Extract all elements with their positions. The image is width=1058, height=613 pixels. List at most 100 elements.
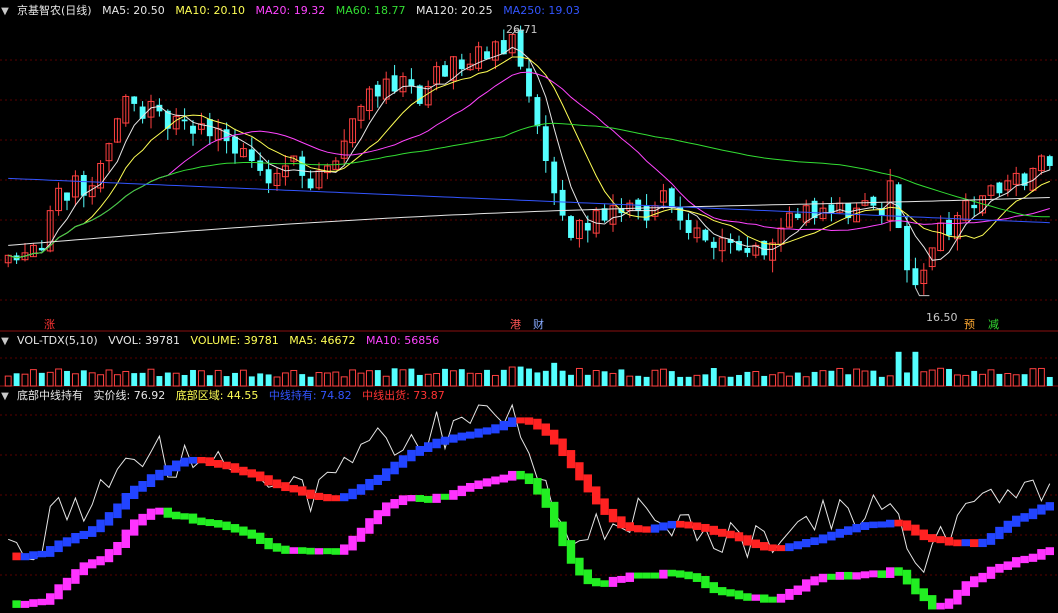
bottom-zone-segment — [524, 473, 534, 485]
chevron-down-icon[interactable]: ▼ — [0, 4, 10, 20]
bottom-zone-segment — [835, 571, 844, 580]
bottom-zone-segment — [1003, 561, 1012, 570]
candle-body — [408, 79, 415, 87]
mid-line-segment — [684, 521, 693, 529]
bottom-zone-segment — [264, 537, 273, 550]
bottom-zone-segment — [440, 493, 450, 500]
mid-line-segment — [650, 524, 660, 533]
bottom-zone-segment — [802, 579, 811, 592]
candle-body — [391, 75, 398, 92]
ma60-label: MA60: 18.77 — [335, 4, 406, 17]
candle-body — [374, 84, 381, 97]
volume-bar — [113, 374, 121, 387]
candle-body — [64, 192, 70, 201]
mid-line-segment — [264, 475, 273, 486]
candle-body — [265, 169, 272, 184]
volume-bar — [147, 368, 155, 387]
volume-bar — [466, 372, 474, 387]
mid-line-segment — [424, 442, 433, 452]
volume-bar — [382, 375, 390, 387]
volume-bar — [693, 374, 701, 387]
bottom-zone-segment — [457, 485, 466, 497]
chevron-down-icon[interactable]: ▼ — [0, 389, 10, 405]
volume-bar — [88, 372, 96, 387]
bottom-zone-segment — [1020, 555, 1029, 564]
bottom-zone-segment — [205, 519, 214, 527]
bottom-zone-segment — [71, 569, 80, 584]
mid-line-segment — [709, 525, 718, 535]
volume-bar — [281, 372, 289, 387]
mid-line-segment — [172, 460, 181, 472]
mid-line-segment — [734, 532, 744, 542]
mid-line-segment — [852, 523, 861, 533]
bottom-zone-segment — [600, 580, 609, 587]
mid-line-segment — [121, 493, 130, 510]
bottom-zone-segment — [289, 547, 298, 554]
mid-line-segment — [575, 462, 584, 481]
mid-line-segment — [995, 526, 1004, 540]
volume-bar — [332, 371, 340, 387]
bottom-zone-segment — [331, 548, 340, 555]
volume-bar — [752, 371, 760, 387]
stock-chart[interactable] — [0, 0, 1058, 613]
bottom-zone-segment — [608, 576, 618, 587]
volume-bar — [1012, 374, 1020, 387]
mid-line-segment — [760, 542, 769, 551]
candle-body — [744, 248, 751, 253]
volume-bar — [592, 369, 600, 387]
mid-line-segment — [239, 466, 248, 476]
bottom-zone-segment — [894, 567, 903, 576]
bottom-zone-segment — [146, 508, 156, 520]
mid-line-segment — [550, 429, 559, 445]
mid-line-segment — [1037, 504, 1046, 515]
bottom-zone-segment — [760, 594, 769, 603]
mid-line-segment — [155, 469, 164, 481]
marker-cai[interactable]: 财 — [531, 318, 546, 331]
candle-body — [584, 222, 591, 231]
volume-bar — [618, 369, 625, 386]
mid-line-segment — [104, 512, 114, 526]
volume-bar — [996, 373, 1003, 386]
volume-bar — [526, 368, 532, 386]
marker-jian[interactable]: 减 — [986, 318, 1001, 331]
mid-line-segment — [1028, 508, 1038, 520]
bottom-zone-segment — [424, 495, 433, 503]
volume-bar — [727, 376, 734, 386]
mid-line-segment — [222, 461, 231, 470]
volume-bar — [29, 369, 37, 387]
bottom-zone-segment — [449, 490, 458, 500]
marker-zhang[interactable]: 涨 — [42, 318, 57, 331]
bottom-zone-segment — [1045, 547, 1054, 556]
volume-bar — [257, 373, 264, 386]
marker-gang[interactable]: 港 — [508, 318, 523, 331]
bottom-zone-segment — [852, 572, 861, 580]
bottom-zone-segment — [928, 595, 937, 610]
candle-body — [685, 220, 692, 233]
bottom-zone-segment — [306, 547, 315, 555]
bottom-zone-label: 底部区域: 44.55 — [175, 389, 259, 402]
candle-body — [181, 119, 188, 122]
volume-bar — [685, 376, 692, 386]
mid-line-segment — [306, 489, 315, 499]
mid-line-segment — [508, 417, 517, 427]
bottom-zone-segment — [62, 577, 72, 591]
bottom-zone-segment — [96, 556, 105, 566]
volume-bar — [273, 376, 281, 387]
bottom-zone-segment — [919, 588, 928, 602]
bottom-zone-segment — [37, 598, 46, 606]
marker-yu[interactable]: 预 — [962, 318, 977, 331]
mid-line-segment — [491, 424, 500, 434]
mid-line-segment — [659, 522, 668, 531]
volume-bar — [937, 367, 945, 387]
chevron-down-icon[interactable]: ▼ — [0, 334, 10, 350]
candle-body — [870, 196, 877, 206]
mid-line-segment — [768, 544, 777, 552]
bottom-zone-segment — [138, 513, 147, 526]
volume-bar — [677, 376, 684, 386]
bottom-zone-segment — [818, 573, 828, 583]
stock-title: 京基智农(日线) — [17, 4, 92, 17]
mid-line-segment — [331, 495, 340, 502]
mid-line-segment — [62, 537, 72, 547]
bottom-zone-segment — [172, 511, 181, 520]
volume-bar — [484, 369, 490, 386]
